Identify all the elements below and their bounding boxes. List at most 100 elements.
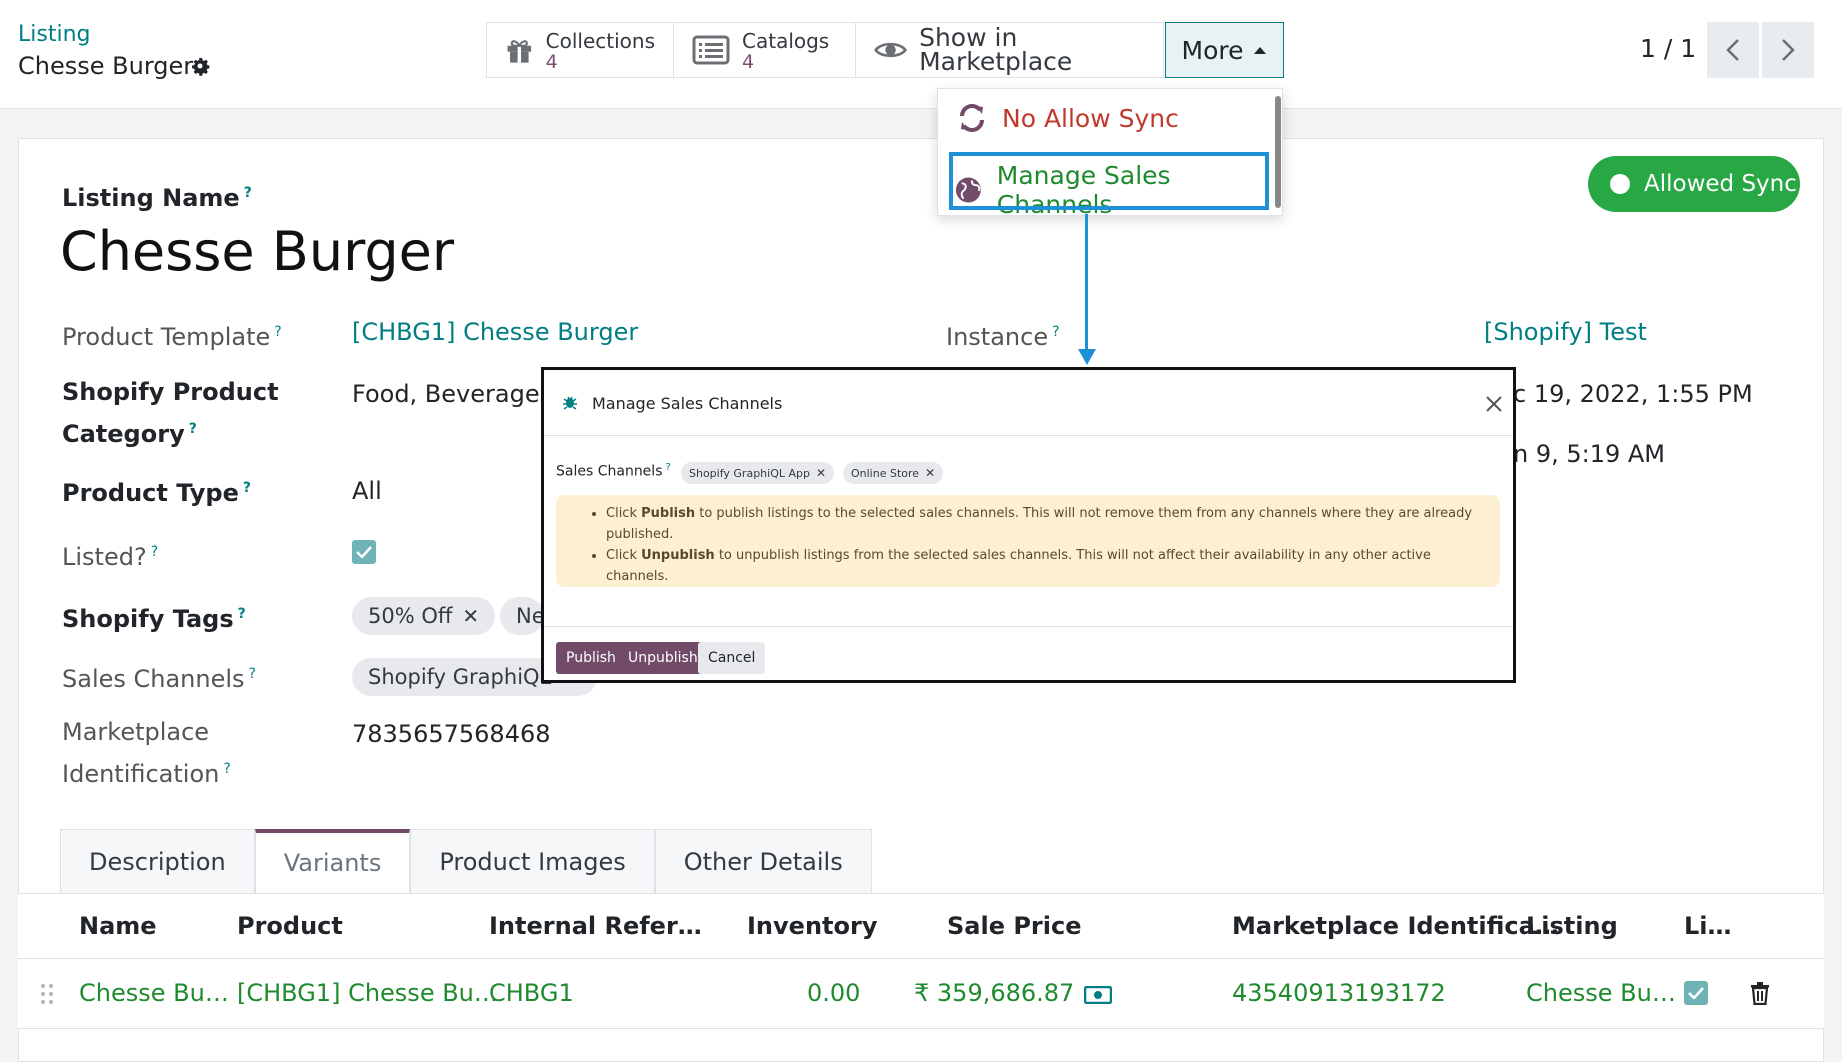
status-dot-icon bbox=[1610, 174, 1630, 194]
shopify-product-category-value[interactable]: Food, Beverages bbox=[352, 380, 552, 408]
alert-item-publish: Click Publish to publish listings to the… bbox=[606, 503, 1484, 545]
dialog-channel-tag[interactable]: Shopify GraphiQL App ✕ bbox=[681, 462, 835, 484]
column-header-listed[interactable]: Li… bbox=[1684, 912, 1732, 940]
trash-icon[interactable] bbox=[1750, 981, 1770, 1005]
unpublish-button[interactable]: Unpublish bbox=[618, 642, 708, 674]
bug-icon bbox=[563, 396, 577, 410]
dialog-sales-channels-label: Sales Channels? bbox=[556, 462, 671, 480]
dialog-channel-tag-label: Online Store bbox=[851, 466, 920, 480]
gear-icon[interactable] bbox=[188, 54, 212, 78]
tag-chip[interactable]: Ne bbox=[500, 597, 544, 635]
table-row[interactable]: Chesse Bu… [CHBG1] Chesse Bu… CHBG1 0.00… bbox=[18, 959, 1824, 1029]
column-header-marketplace-identification[interactable]: Marketplace Identifica… bbox=[1232, 912, 1559, 940]
caret-up-icon bbox=[1254, 46, 1267, 54]
dialog-footer-divider bbox=[544, 626, 1513, 627]
cancel-button[interactable]: Cancel bbox=[698, 642, 766, 674]
remove-tag-icon[interactable]: ✕ bbox=[925, 466, 935, 480]
product-type-value[interactable]: All bbox=[352, 477, 382, 505]
remove-tag-icon[interactable]: ✕ bbox=[462, 604, 479, 628]
breadcrumb-current: Chesse Burger bbox=[18, 52, 194, 80]
remove-tag-icon[interactable]: ✕ bbox=[816, 466, 826, 480]
pager-previous-button[interactable] bbox=[1707, 22, 1759, 78]
more-label: More bbox=[1181, 35, 1244, 65]
tab-description[interactable]: Description bbox=[60, 829, 255, 893]
allowed-sync-label: Allowed Sync bbox=[1644, 171, 1797, 197]
marketplace-identification-label: Marketplace Identification? bbox=[62, 718, 231, 788]
check-icon bbox=[356, 546, 372, 558]
shopify-tags-label: Shopify Tags? bbox=[62, 605, 246, 633]
more-button[interactable]: More bbox=[1165, 22, 1284, 78]
pager-next-button[interactable] bbox=[1762, 22, 1814, 78]
product-template-link[interactable]: [CHBG1] Chesse Burger bbox=[352, 318, 638, 346]
cell-inventory[interactable]: 0.00 bbox=[807, 979, 860, 1007]
allowed-sync-button[interactable]: Allowed Sync bbox=[1588, 156, 1800, 212]
gift-icon bbox=[507, 40, 532, 63]
column-header-inventory[interactable]: Inventory bbox=[747, 912, 877, 940]
tab-product-images[interactable]: Product Images bbox=[410, 829, 655, 893]
collections-label: Collections bbox=[545, 29, 655, 53]
catalogs-button[interactable]: Catalogs 4 bbox=[674, 23, 856, 77]
tab-other-details[interactable]: Other Details bbox=[654, 829, 872, 893]
catalogs-label: Catalogs bbox=[742, 29, 830, 53]
breadcrumb-parent[interactable]: Listing bbox=[18, 22, 90, 47]
column-header-internal-reference[interactable]: Internal Refer… bbox=[489, 912, 702, 940]
check-icon bbox=[1688, 987, 1704, 999]
marketplace-identification-value[interactable]: 7835657568468 bbox=[352, 720, 551, 748]
listed-row-checkbox[interactable] bbox=[1684, 981, 1708, 1005]
pager-value: 1 / 1 bbox=[1640, 34, 1697, 63]
product-type-label: Product Type? bbox=[62, 479, 251, 507]
tag-label: 50% Off bbox=[368, 604, 453, 628]
eye-icon bbox=[874, 42, 907, 58]
dropdown-scrollbar[interactable] bbox=[1275, 96, 1281, 208]
listing-name-value[interactable]: Chesse Burger bbox=[60, 220, 454, 283]
column-header-listing[interactable]: Listing bbox=[1526, 912, 1618, 940]
table-header: Name Product Internal Refer… Inventory S… bbox=[18, 893, 1824, 959]
dialog-info-alert: Click Publish to publish listings to the… bbox=[556, 495, 1500, 587]
product-template-label: Product Template? bbox=[62, 323, 282, 351]
money-icon[interactable] bbox=[1084, 986, 1112, 1004]
date-value-2: n 9, 5:19 AM bbox=[1513, 440, 1666, 468]
date-value-1: c 19, 2022, 1:55 PM bbox=[1513, 380, 1753, 408]
highlight-box bbox=[949, 152, 1269, 210]
show-in-marketplace-button[interactable]: Show in Marketplace bbox=[856, 23, 1163, 77]
dropdown-item-no-allow-sync[interactable]: No Allow Sync bbox=[956, 103, 1179, 133]
tag-label: Ne bbox=[516, 604, 544, 628]
notebook-tabs: Description Variants Product Images Othe… bbox=[60, 829, 872, 893]
tag-chip[interactable]: 50% Off ✕ bbox=[352, 597, 496, 635]
sales-channels-label: Sales Channels? bbox=[62, 665, 256, 693]
drag-handle-icon[interactable] bbox=[40, 983, 54, 1005]
catalogs-count: 4 bbox=[742, 51, 755, 73]
arrow-head-icon bbox=[1078, 349, 1096, 365]
chevron-left-icon bbox=[1726, 39, 1739, 61]
sales-channel-tag-label: Shopify GraphiQL bbox=[368, 665, 552, 689]
cell-listing[interactable]: Chesse Bu… bbox=[1526, 979, 1676, 1007]
cell-product[interactable]: [CHBG1] Chesse Bu… bbox=[237, 979, 498, 1007]
listing-name-label: Listing Name? bbox=[62, 184, 252, 212]
dialog-title: Manage Sales Channels bbox=[592, 394, 783, 413]
close-icon[interactable] bbox=[1486, 396, 1502, 412]
cell-name[interactable]: Chesse Bu… bbox=[79, 979, 229, 1007]
dialog-channel-tag[interactable]: Online Store ✕ bbox=[843, 462, 944, 484]
alert-item-unpublish: Click Unpublish to unpublish listings fr… bbox=[606, 545, 1484, 587]
column-header-sale-price[interactable]: Sale Price bbox=[947, 912, 1082, 940]
cell-internal-reference[interactable]: CHBG1 bbox=[489, 979, 574, 1007]
sync-icon bbox=[960, 104, 984, 132]
collections-button[interactable]: Collections 4 bbox=[487, 23, 674, 77]
dialog-channel-tag-label: Shopify GraphiQL App bbox=[689, 466, 810, 480]
manage-sales-channels-dialog: Manage Sales Channels Sales Channels? Sh… bbox=[541, 367, 1516, 683]
instance-link[interactable]: [Shopify] Test bbox=[1484, 318, 1647, 346]
annotation-arrow bbox=[1085, 214, 1088, 354]
listed-label: Listed?? bbox=[62, 543, 159, 571]
tab-variants[interactable]: Variants bbox=[254, 829, 411, 893]
chevron-right-icon bbox=[1782, 39, 1795, 61]
cell-sale-price[interactable]: ₹ 359,686.87 bbox=[914, 979, 1074, 1007]
shopify-product-category-label: Shopify Product Category? bbox=[62, 378, 279, 448]
publish-button[interactable]: Publish bbox=[556, 642, 626, 674]
list-icon bbox=[692, 35, 730, 65]
column-header-name[interactable]: Name bbox=[79, 912, 157, 940]
dropdown-item-label: No Allow Sync bbox=[1002, 103, 1179, 133]
column-header-product[interactable]: Product bbox=[237, 912, 343, 940]
dialog-header: Manage Sales Channels bbox=[544, 370, 1513, 436]
listed-checkbox[interactable] bbox=[352, 540, 376, 564]
cell-marketplace-identification[interactable]: 43540913193172 bbox=[1232, 979, 1446, 1007]
